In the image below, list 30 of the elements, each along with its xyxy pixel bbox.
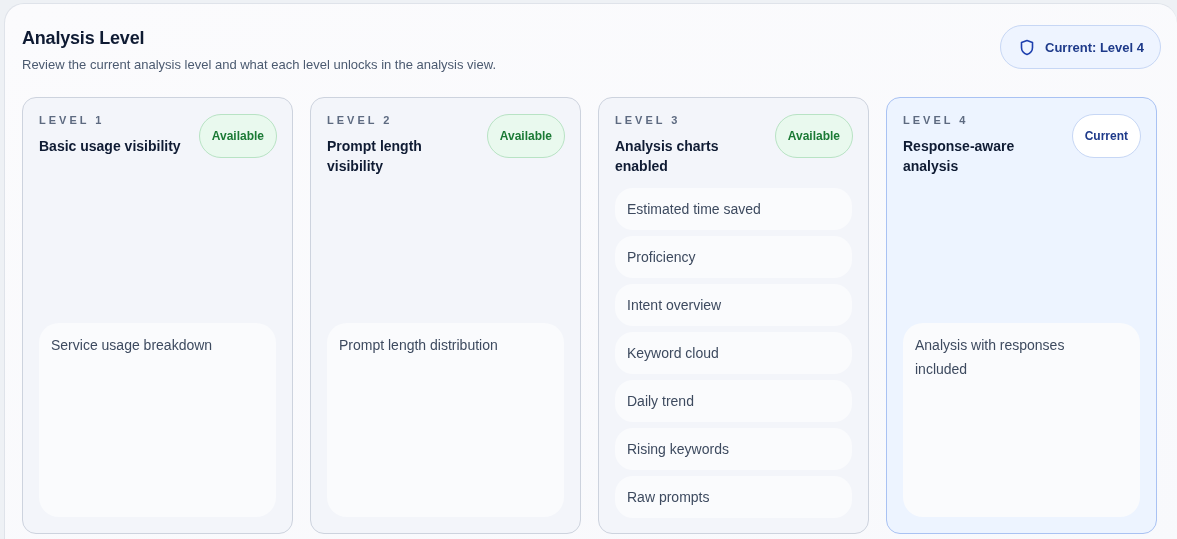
feature-item: Raw prompts — [615, 476, 852, 518]
feature-item: Prompt length distribution — [327, 323, 564, 517]
feature-item: Rising keywords — [615, 428, 852, 470]
feature-item: Keyword cloud — [615, 332, 852, 374]
level-title: Analysis charts enabled — [615, 137, 720, 176]
level-title: Prompt length visibility — [327, 137, 423, 176]
status-badge: Available — [198, 114, 277, 158]
level-title: Response-aware analysis — [903, 137, 1016, 176]
current-level-label: Current: Level 4 — [1045, 39, 1144, 55]
level-card[interactable]: LEVEL 2 Prompt length visibility Available Prompt length distribution — [310, 97, 581, 534]
status-badge: Available — [774, 114, 853, 158]
feature-item: Intent overview — [615, 284, 852, 326]
section-description: Review the current analysis level and what each level unlocks in the analysis view. — [22, 57, 497, 72]
level-title: Basic usage visibility — [39, 137, 181, 156]
level-number: LEVEL 2 — [327, 114, 394, 126]
feature-item: Analysis with responses included — [903, 323, 1140, 517]
feature-item: Daily trend — [615, 380, 852, 422]
feature-item: Proficiency — [615, 236, 852, 278]
status-badge: Current — [1071, 114, 1141, 158]
level-number: LEVEL 4 — [903, 114, 970, 126]
level-card[interactable]: LEVEL 3 Analysis charts enabled Available Estimated time saved Proficiency Intent overview Keyword cloud Daily trend Rising keywords Raw prompts — [598, 97, 869, 534]
feature-item: Estimated time saved — [615, 188, 852, 230]
level-number: LEVEL 1 — [39, 114, 106, 126]
shield-icon — [1019, 38, 1035, 56]
feature-item: Service usage breakdown — [39, 323, 276, 517]
section-title: Analysis Level — [22, 28, 146, 49]
level-card[interactable]: LEVEL 4 Response-aware analysis Current Analysis with responses included — [886, 97, 1157, 534]
level-card[interactable]: LEVEL 1 Basic usage visibility Available Service usage breakdown — [22, 97, 293, 534]
status-badge: Available — [486, 114, 565, 158]
level-number: LEVEL 3 — [615, 114, 682, 126]
